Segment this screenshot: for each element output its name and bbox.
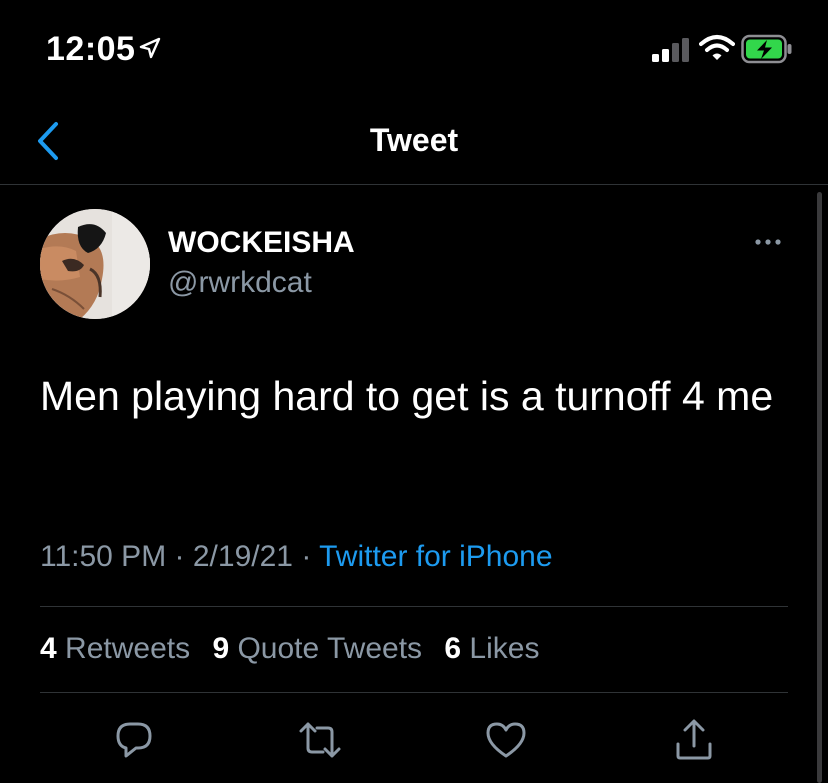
divider	[40, 606, 788, 607]
likes-count: 6	[444, 632, 462, 665]
location-arrow-icon	[139, 37, 161, 59]
tweet-meta: 11:50 PM · 2/19/21 · Twitter for iPhone	[40, 540, 553, 574]
battery-charging-icon	[741, 34, 792, 64]
retweet-icon[interactable]	[298, 718, 342, 762]
share-icon[interactable]	[672, 718, 716, 762]
meta-separator: ·	[301, 540, 312, 573]
retweets-stat[interactable]: 4 Retweets	[40, 632, 190, 666]
more-horizontal-icon[interactable]	[748, 230, 788, 254]
tweet-time: 11:50 PM	[40, 540, 167, 573]
divider	[40, 692, 788, 693]
status-bar: 12:05	[0, 0, 828, 100]
page-title: Tweet	[369, 122, 459, 158]
status-time: 12:05	[46, 30, 136, 68]
wifi-icon	[699, 35, 735, 60]
user-handle[interactable]: @rwrkdcat	[168, 266, 312, 300]
likes-stat[interactable]: 6 Likes	[444, 632, 539, 666]
engagement-stats: 4 Retweets 9 Quote Tweets 6 Likes	[40, 632, 553, 666]
cellular-signal-icon	[652, 38, 689, 62]
retweets-label: Retweets	[65, 632, 191, 665]
avatar[interactable]	[40, 209, 150, 319]
meta-separator: ·	[174, 540, 185, 573]
reply-icon[interactable]	[112, 718, 156, 762]
quote-tweets-label: Quote Tweets	[237, 632, 423, 665]
tweet-text: Men playing hard to get is a turnoff 4 m…	[40, 373, 774, 419]
likes-label: Likes	[469, 632, 540, 665]
quote-tweets-stat[interactable]: 9 Quote Tweets	[212, 632, 422, 666]
display-name[interactable]: WOCKEISHA	[168, 226, 355, 260]
tweet-date: 2/19/21	[192, 540, 293, 573]
retweets-count: 4	[40, 632, 57, 665]
heart-icon[interactable]	[484, 718, 528, 762]
scroll-indicator[interactable]	[817, 192, 822, 783]
tweet-source-link[interactable]: Twitter for iPhone	[319, 540, 552, 573]
quote-tweets-count: 9	[212, 632, 230, 665]
nav-bar: Tweet	[0, 100, 828, 185]
avatar-photo	[40, 209, 150, 319]
